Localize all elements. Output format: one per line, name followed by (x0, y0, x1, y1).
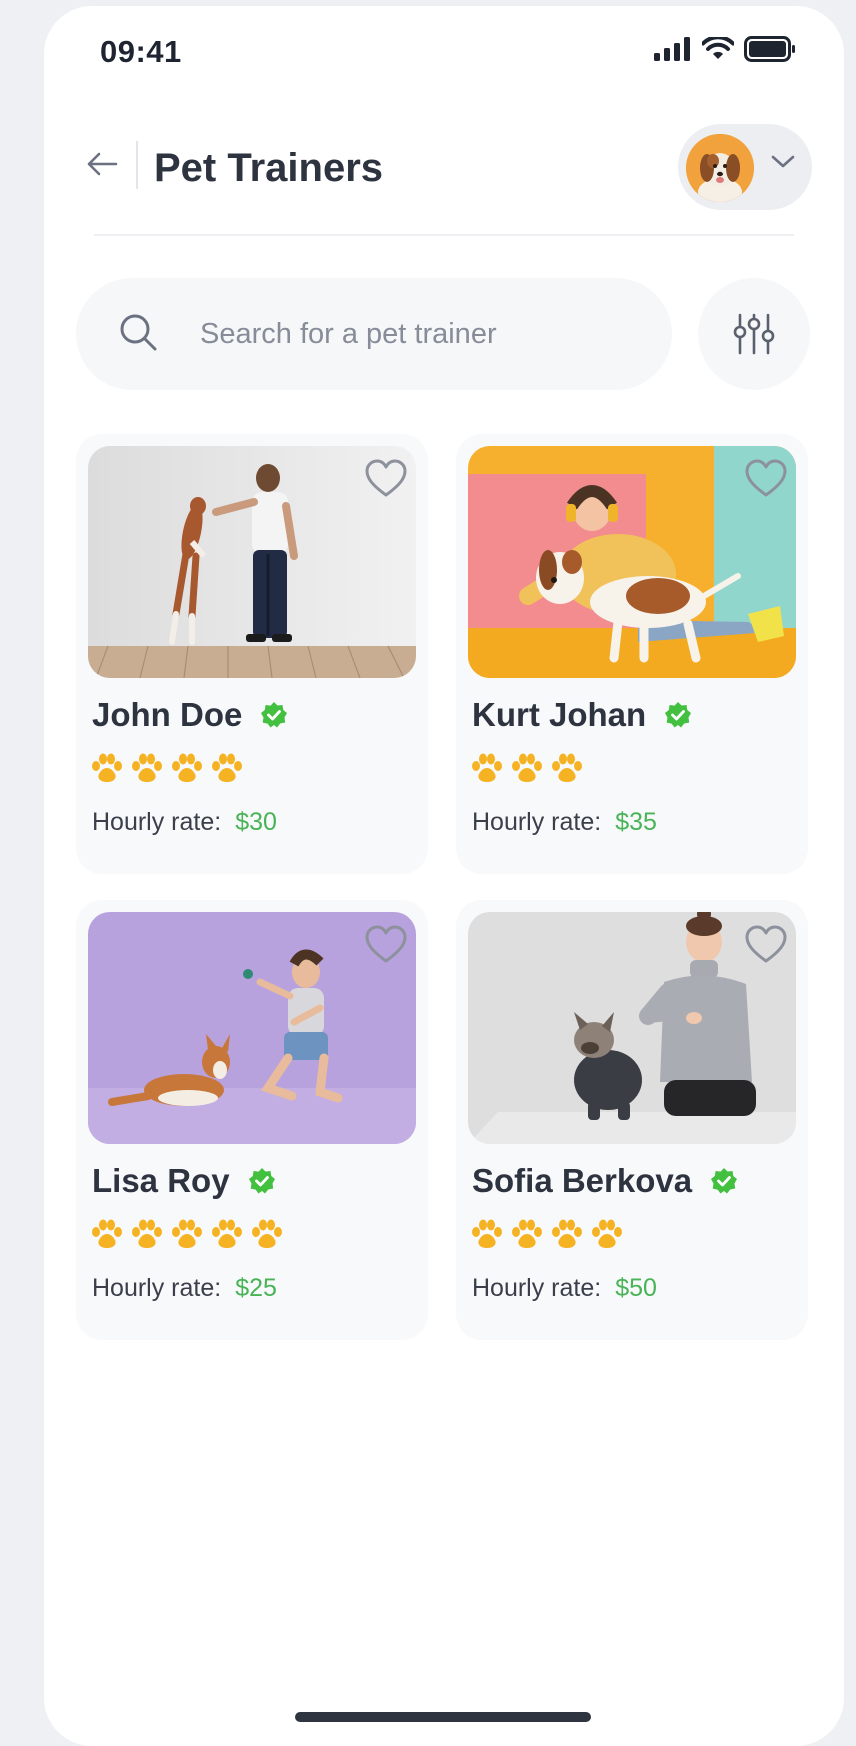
trainer-name: Kurt Johan (472, 696, 692, 734)
header-divider (136, 141, 138, 189)
header: Pet Trainers (44, 116, 844, 226)
paw-icon (92, 753, 122, 782)
search-input[interactable] (200, 308, 640, 360)
heart-icon[interactable] (744, 458, 788, 498)
verified-badge-icon (711, 1168, 738, 1194)
trainer-card-lisa-roy[interactable]: Lisa Roy Hourly rate: $25 (76, 900, 428, 1340)
trainer-name: John Doe (92, 696, 288, 734)
hourly-rate: Hourly rate: $50 (472, 1274, 657, 1302)
search-bar[interactable] (76, 278, 672, 390)
paw-icon (92, 1219, 122, 1248)
verified-badge-icon (248, 1168, 275, 1194)
heart-icon[interactable] (744, 924, 788, 964)
hourly-rate: Hourly rate: $35 (472, 808, 657, 836)
header-divider-line (94, 234, 794, 236)
status-bar: 09:41 (44, 6, 844, 96)
arrow-left-icon (87, 152, 118, 176)
sliders-icon (733, 313, 775, 355)
paw-rating (470, 1218, 624, 1250)
chevron-down-icon (771, 155, 795, 168)
verified-badge-icon (665, 702, 692, 728)
paw-icon (472, 753, 502, 782)
paw-icon (212, 1219, 242, 1248)
paw-rating (470, 752, 584, 784)
phone-screen: 09:41 Pet Trainers Search for a pet trai… (44, 6, 844, 1746)
cellular-signal-icon (654, 37, 690, 61)
paw-icon (512, 1219, 542, 1248)
paw-icon (132, 753, 162, 782)
page-title: Pet Trainers (154, 146, 384, 190)
hourly-rate-value: $25 (235, 1274, 277, 1302)
paw-icon (592, 1219, 622, 1248)
paw-icon (172, 753, 202, 782)
paw-rating (90, 1218, 284, 1250)
filter-button[interactable] (698, 278, 810, 390)
verified-badge-icon (261, 702, 288, 728)
avatar (686, 134, 754, 202)
paw-rating (90, 752, 244, 784)
trainer-name: Lisa Roy (92, 1162, 276, 1200)
account-switcher[interactable] (678, 124, 812, 210)
heart-icon[interactable] (364, 924, 408, 964)
paw-icon (512, 753, 542, 782)
paw-icon (552, 753, 582, 782)
hourly-rate-value: $50 (615, 1274, 657, 1302)
home-indicator (295, 1712, 591, 1722)
paw-icon (132, 1219, 162, 1248)
trainer-card-sofia-berkova[interactable]: Sofia Berkova Hourly rate: $50 (456, 900, 808, 1340)
trainer-name: Sofia Berkova (472, 1162, 738, 1200)
hourly-rate: Hourly rate: $25 (92, 1274, 277, 1302)
search-icon (120, 314, 157, 351)
hourly-rate-value: $30 (235, 808, 277, 836)
status-time: 09:41 (100, 34, 182, 69)
trainer-card-john-doe[interactable]: John Doe Hourly rate: $30 (76, 434, 428, 874)
battery-icon (744, 36, 795, 62)
heart-icon[interactable] (364, 458, 408, 498)
paw-icon (212, 753, 242, 782)
paw-icon (252, 1219, 282, 1248)
paw-icon (552, 1219, 582, 1248)
dog-avatar-icon (686, 134, 754, 202)
paw-icon (172, 1219, 202, 1248)
hourly-rate-value: $35 (615, 808, 657, 836)
hourly-rate: Hourly rate: $30 (92, 808, 277, 836)
status-icons (654, 36, 796, 62)
wifi-icon (702, 37, 734, 59)
back-button[interactable] (80, 142, 124, 186)
paw-icon (472, 1219, 502, 1248)
trainer-card-kurt-johan[interactable]: Kurt Johan Hourly rate: $35 (456, 434, 808, 874)
